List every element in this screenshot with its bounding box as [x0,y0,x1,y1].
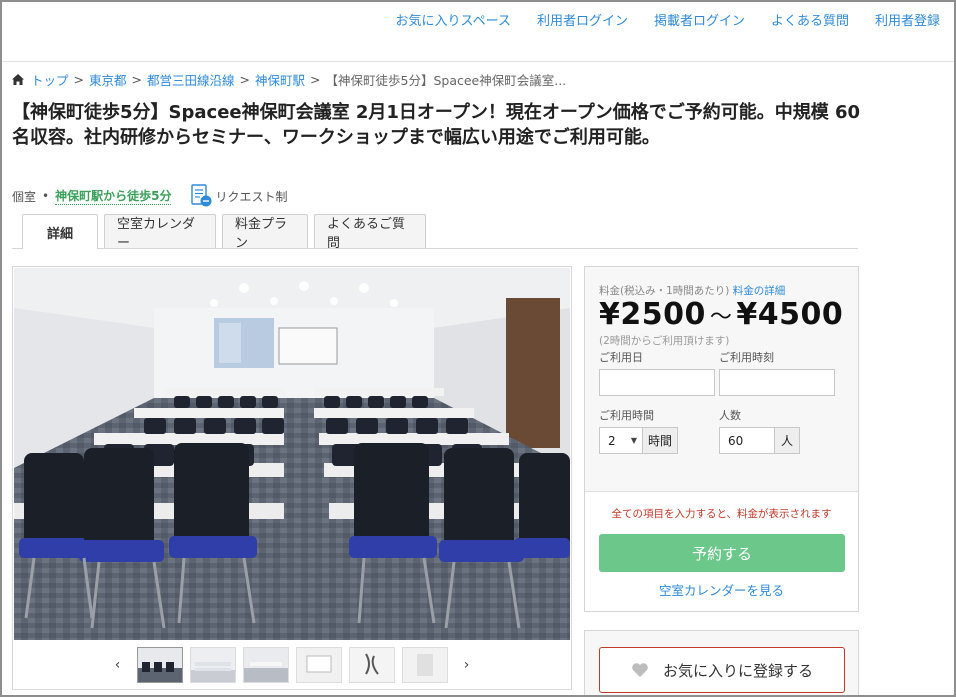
breadcrumb-separator: > [131,72,142,87]
people-label: 人数 [719,409,741,422]
duration-select[interactable]: 2 ▼ [599,427,643,454]
price-note: (2時間からご利用頂けます) [599,335,730,347]
breadcrumb-separator: > [239,72,250,87]
duration-label: ご利用時間 [599,409,654,422]
date-label: ご利用日 [599,351,643,364]
duration-unit: 時間 [642,427,678,454]
breadcrumb: トップ > 東京都 > 都営三田線沿線 > 神保町駅 > 【神保町徒歩5分】Sp… [12,70,566,89]
thumbnail-4[interactable] [295,647,342,683]
top-nav-links: お気に入りスペース 利用者ログイン 掲載者ログイン よくある質問 利用者登録 [395,10,940,29]
price-label: 料金(税込み・1時間あたり) 料金の詳細 [599,283,785,298]
page-frame: お気に入りスペース 利用者ログイン 掲載者ログイン よくある質問 利用者登録 ト… [0,0,956,697]
request-badge: リクエスト制 [191,184,287,208]
duration-value: 2 [608,433,616,448]
tab-availability-calendar[interactable]: 空室カレンダー [104,214,216,251]
price-max: ¥4500 [736,297,844,332]
top-navigation: お気に入りスペース 利用者ログイン 掲載者ログイン よくある質問 利用者登録 [2,2,954,62]
request-label: リクエスト制 [215,189,288,204]
nav-user-register-link[interactable]: 利用者登録 [875,10,940,29]
station-access-link[interactable]: 神保町駅から徒歩5分 [55,187,172,205]
gallery-next-arrow[interactable]: › [455,657,479,673]
add-favorite-label: お気に入りに登録する [662,661,813,680]
thumbnail-2[interactable] [189,647,236,683]
heart-icon [632,663,648,677]
price-label-text: 料金(税込み・1時間あたり) [599,285,730,297]
nav-faq-link[interactable]: よくある質問 [771,10,849,29]
photo-gallery: ‹ › [12,266,572,690]
thumbnail-6[interactable] [401,647,448,683]
breadcrumb-separator: > [73,72,84,87]
detail-tabs: 詳細 空室カレンダー 料金プラン よくあるご質問 [12,214,858,251]
booking-action-area: 全ての項目を入力すると、料金が表示されます 予約する 空室カレンダーを見る [585,492,858,611]
price-detail-link[interactable]: 料金の詳細 [733,285,786,297]
tab-details[interactable]: 詳細 [22,214,98,249]
meta-dot: • [42,189,50,203]
nav-user-login-link[interactable]: 利用者ログイン [537,10,628,29]
breadcrumb-top-link[interactable]: トップ [31,70,69,89]
breadcrumb-station-link[interactable]: 神保町駅 [255,70,305,89]
thumbnail-5[interactable] [348,647,395,683]
add-favorite-button[interactable]: お気に入りに登録する [599,647,845,693]
page-title: 【神保町徒歩5分】Spacee神保町会議室 2月1日オープン！現在オープン価格で… [12,102,861,148]
price-hint: 全ての項目を入力すると、料金が表示されます [611,508,832,520]
people-value: 60 [728,433,744,448]
tab-faq[interactable]: よくあるご質問 [314,214,426,251]
breadcrumb-separator: > [310,72,321,87]
conference-room-illustration [14,268,570,640]
caret-down-icon: ▼ [630,436,637,445]
main-room-photo[interactable] [14,268,570,640]
price-separator: ～ [709,305,733,330]
price-range: ¥2500 ～ ¥4500 [599,297,843,332]
space-meta: 個室 • 神保町駅から徒歩5分 リクエスト制 [12,184,287,208]
favorite-panel: お気に入りに登録する [584,630,859,695]
breadcrumb-line-link[interactable]: 都営三田線沿線 [147,70,235,89]
breadcrumb-current: 【神保町徒歩5分】Spacee神保町会議室... [325,73,567,88]
home-icon [12,74,24,85]
booking-panel: 料金(税込み・1時間あたり) 料金の詳細 ¥2500 ～ ¥4500 (2時間からご… [584,266,859,612]
breadcrumb-tokyo-link[interactable]: 東京都 [89,70,127,89]
thumbnail-1[interactable] [136,647,183,683]
nav-favorite-spaces-link[interactable]: お気に入りスペース [395,10,510,29]
people-unit: 人 [774,427,800,454]
request-document-icon [191,184,212,207]
tab-pricing-plans[interactable]: 料金プラン [222,214,308,251]
room-type: 個室 [12,189,37,204]
gallery-prev-arrow[interactable]: ‹ [106,657,130,673]
reserve-button[interactable]: 予約する [599,534,845,572]
view-calendar-link[interactable]: 空室カレンダーを見る [585,580,858,599]
nav-host-login-link[interactable]: 掲載者ログイン [654,10,745,29]
thumbnail-3[interactable] [242,647,289,683]
date-input[interactable] [599,369,715,396]
time-input[interactable] [719,369,835,396]
price-min: ¥2500 [599,297,706,332]
people-input[interactable]: 60 [719,427,775,454]
thumbnail-strip: ‹ › [13,645,571,685]
time-label: ご利用時刻 [719,351,774,364]
